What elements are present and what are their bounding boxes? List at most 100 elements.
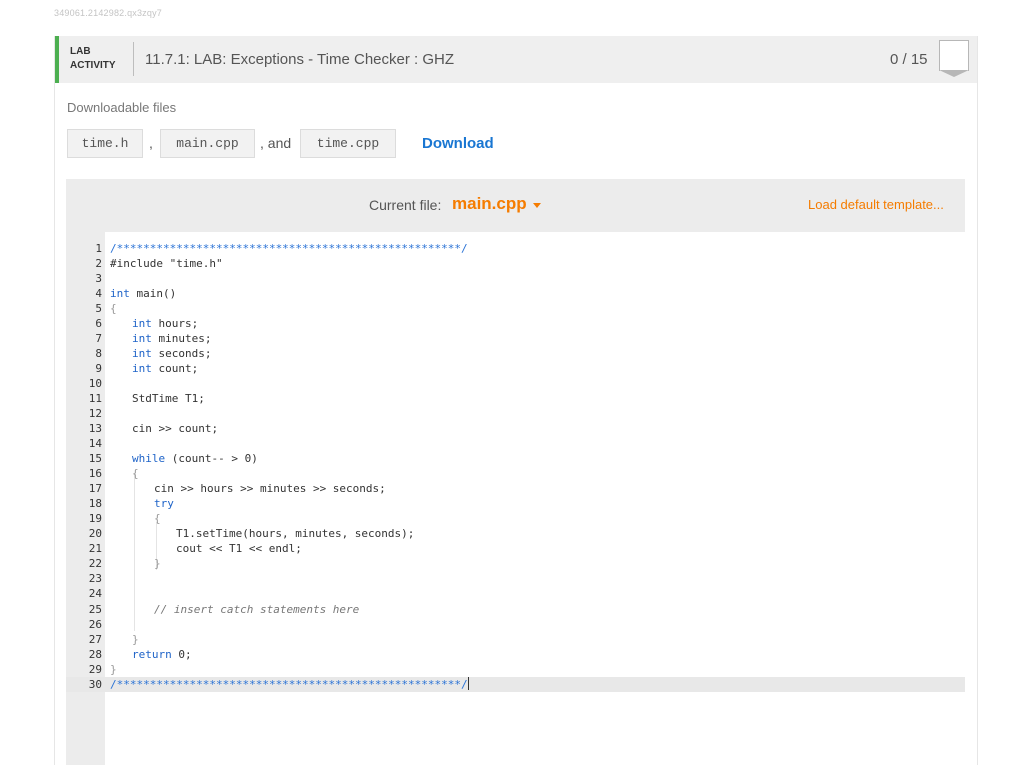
code-text: int minutes; [132, 331, 211, 346]
code-comment: // insert catch statements here [154, 603, 360, 616]
current-file-select[interactable]: main.cpp [452, 194, 527, 214]
code-line: 21 cout << T1 << endl; [66, 541, 965, 556]
code-rest: hours; [151, 317, 199, 330]
code-text: /***************************************… [110, 677, 469, 692]
code-text: int main() [110, 286, 176, 301]
code-include-file: "time.h" [169, 257, 223, 270]
code-line: 11 StdTime T1; [66, 391, 965, 406]
score-text: 0 / 15 [890, 51, 928, 68]
code-line: 25 // insert catch statements here [66, 602, 965, 617]
file-chip-time-cpp[interactable]: time.cpp [300, 129, 396, 158]
current-file-label: Current file: [369, 197, 442, 213]
downloadable-files-label: Downloadable files [67, 100, 177, 115]
code-line: 24 [66, 586, 965, 601]
code-text: } [154, 557, 161, 570]
lab-label-line2: ACTIVITY [70, 60, 116, 71]
line-number: 17 [88, 482, 102, 495]
text-cursor [467, 677, 469, 690]
line-number: 18 [88, 497, 102, 510]
code-line: 9 int count; [66, 361, 965, 376]
code-line: 2 #include "time.h" [66, 256, 965, 271]
code-line: 23 [66, 571, 965, 586]
code-line: 6 int hours; [66, 316, 965, 331]
code-rest: seconds; [151, 347, 212, 360]
code-line: 19 { [66, 511, 965, 526]
code-rest: count; [151, 362, 199, 375]
code-line: 18 try [66, 496, 965, 511]
line-number: 6 [95, 317, 102, 330]
code-line: 26 [66, 617, 965, 632]
line-number: 14 [88, 437, 102, 450]
code-keyword: while [132, 452, 166, 465]
code-line: 3 [66, 271, 965, 286]
code-text: int hours; [132, 316, 198, 331]
line-number: 2 [95, 257, 102, 270]
line-number: 20 [88, 527, 102, 540]
code-text: } [132, 633, 139, 646]
line-number: 13 [88, 422, 102, 435]
code-line: 14 [66, 436, 965, 451]
lab-title: 11.7.1: LAB: Exceptions - Time Checker :… [145, 51, 455, 68]
code-rest: 0; [171, 648, 192, 661]
code-keyword: int [132, 317, 152, 330]
code-line: 29 } [66, 662, 965, 677]
code-rest: main() [129, 287, 177, 300]
code-text: { [132, 467, 139, 480]
code-keyword: int [132, 347, 152, 360]
lab-label-line1: LAB [70, 46, 91, 57]
code-text: #include "time.h" [110, 256, 223, 271]
code-text: cout << T1 << endl; [176, 542, 302, 555]
code-keyword: return [132, 648, 172, 661]
code-text: /***************************************… [110, 242, 468, 255]
code-line: 20 T1.setTime(hours, minutes, seconds); [66, 526, 965, 541]
line-number: 27 [88, 633, 102, 646]
code-text: int seconds; [132, 346, 211, 361]
code-line: 17 cin >> hours >> minutes >> seconds; [66, 481, 965, 496]
code-text: } [110, 663, 117, 676]
line-number: 29 [88, 663, 102, 676]
line-number: 1 [95, 242, 102, 255]
editor-toolbar: Current file: main.cpp Load default temp… [66, 179, 965, 232]
code-keyword: int [132, 362, 152, 375]
file-chip-main-cpp[interactable]: main.cpp [160, 129, 255, 158]
line-number: 12 [88, 407, 102, 420]
line-number: 19 [88, 512, 102, 525]
lab-activity-label: LAB ACTIVITY [70, 45, 116, 73]
header-divider [133, 42, 134, 76]
line-number: 23 [88, 572, 102, 585]
lab-header: LAB ACTIVITY 11.7.1: LAB: Exceptions - T… [55, 36, 977, 83]
download-link[interactable]: Download [422, 135, 494, 152]
code-line: 22 } [66, 556, 965, 571]
code-text: int count; [132, 361, 198, 376]
load-default-template-link[interactable]: Load default template... [808, 197, 944, 212]
line-number: 3 [95, 272, 102, 285]
session-id: 349061.2142982.qx3zqy7 [54, 8, 162, 18]
line-number: 8 [95, 347, 102, 360]
chevron-down-icon[interactable] [533, 203, 541, 208]
file-chip-time-h[interactable]: time.h [67, 129, 143, 158]
code-text: { [110, 302, 117, 315]
code-text: cin >> hours >> minutes >> seconds; [154, 482, 386, 495]
code-line: 5 { [66, 301, 965, 316]
code-include: #include [110, 257, 170, 270]
code-comment: /***************************************… [110, 678, 468, 691]
code-line: 15 while (count-- > 0) [66, 451, 965, 466]
code-line: 7 int minutes; [66, 331, 965, 346]
code-keyword: int [132, 332, 152, 345]
code-line: 12 [66, 406, 965, 421]
code-line: 4 int main() [66, 286, 965, 301]
code-text: return 0; [132, 647, 192, 662]
line-number: 10 [88, 377, 102, 390]
file-separator-and: , and [260, 135, 292, 151]
code-line: 16 { [66, 466, 965, 481]
file-separator: , [149, 135, 153, 151]
code-text: while (count-- > 0) [132, 451, 258, 466]
line-number: 30 [88, 678, 102, 691]
code-line: 27 } [66, 632, 965, 647]
line-number: 25 [88, 603, 102, 616]
line-number: 9 [95, 362, 102, 375]
code-keyword: int [110, 287, 130, 300]
lab-activity-card: LAB ACTIVITY 11.7.1: LAB: Exceptions - T… [54, 36, 978, 765]
code-line: 1 /*************************************… [66, 241, 965, 256]
code-line: 13 cin >> count; [66, 421, 965, 436]
